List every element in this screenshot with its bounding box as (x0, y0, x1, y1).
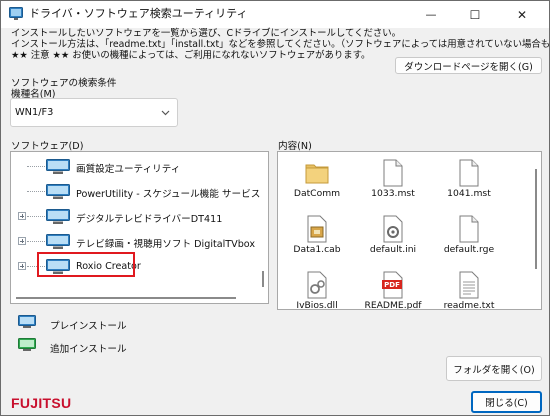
preinstall-icon (18, 315, 36, 328)
file-icon (457, 159, 481, 187)
software-label: ソフトウェア(D) (11, 141, 84, 152)
settings-file-icon (381, 215, 405, 243)
file-item[interactable]: readme.txt (434, 265, 504, 310)
file-item[interactable]: DatComm (282, 153, 352, 213)
contents-vertical-scroll-thumb[interactable] (535, 169, 537, 269)
file-item[interactable]: 1033.mst (358, 153, 428, 213)
software-tree[interactable]: 画質設定ユーティリティ PowerUtility - スケジュール機能 サービスデ… (10, 151, 269, 304)
expand-icon[interactable] (18, 237, 26, 245)
maximize-icon: ☐ (469, 7, 481, 22)
tree-horizontal-scroll-thumb[interactable] (16, 297, 236, 299)
model-select[interactable]: WN1/F3 (10, 98, 178, 127)
contents-label: 内容(N) (278, 141, 312, 152)
tree-item[interactable]: PowerUtility - スケジュール機能 サービス (18, 183, 261, 201)
file-name: default.ini (369, 244, 417, 255)
app-icon (9, 7, 23, 20)
file-item[interactable]: 1041.mst (434, 153, 504, 213)
file-name: 1041.mst (447, 188, 491, 199)
minimize-button[interactable]: — (409, 1, 453, 28)
instruction-line: インストール方法は、「readme.txt」「install.txt」などを参照… (11, 39, 550, 50)
selection-highlight (37, 252, 135, 277)
dll-file-icon (305, 271, 329, 299)
close-button[interactable]: 閉じる(C) (471, 391, 542, 413)
preinstall-icon (46, 234, 70, 249)
tree-item[interactable]: デジタルテレビドライバーDT411 (18, 208, 258, 226)
tree-connector (27, 166, 45, 167)
file-name: Data1.cab (293, 244, 341, 255)
file-name: default.rge (443, 244, 495, 255)
file-item[interactable]: default.rge (434, 209, 504, 269)
tree-item-label: テレビ録画・視聴用ソフト DigitalTVbox (76, 239, 256, 250)
title-bar: ドライバ・ソフトウェア検索ユーティリティ — ☐ ✕ (1, 1, 549, 28)
fujitsu-logo: FUJITSU (11, 395, 72, 411)
tree-item[interactable]: 画質設定ユーティリティ (18, 158, 258, 176)
file-name: IvBios.dll (296, 300, 338, 310)
tree-item[interactable]: テレビ録画・視聴用ソフト DigitalTVbox (18, 233, 258, 251)
installer-icon (305, 215, 329, 243)
text-file-icon (457, 271, 481, 299)
tree-item-label: 画質設定ユーティリティ (76, 164, 181, 175)
minimize-icon: — (425, 8, 437, 21)
preinstall-icon (46, 159, 70, 174)
close-window-button[interactable]: ✕ (500, 1, 544, 28)
file-item[interactable]: IvBios.dll (282, 265, 352, 310)
maximize-button[interactable]: ☐ (453, 1, 497, 28)
file-item[interactable]: Data1.cab (282, 209, 352, 269)
tree-item-label: デジタルテレビドライバーDT411 (76, 214, 223, 225)
file-item[interactable]: PDF README.pdf (358, 265, 428, 310)
file-icon (457, 215, 481, 243)
tree-vertical-scrollbar[interactable] (259, 153, 267, 302)
pdf-badge-text: PDF (384, 281, 400, 289)
file-name: DatComm (293, 188, 341, 199)
expand-icon[interactable] (18, 212, 26, 220)
folder-icon (305, 159, 329, 187)
open-folder-button[interactable]: フォルダを開く(O) (446, 356, 542, 381)
download-page-button[interactable]: ダウンロードページを開く(G) (395, 57, 542, 74)
app-window: ドライバ・ソフトウェア検索ユーティリティ — ☐ ✕ インストールしたいソフトウ… (0, 0, 550, 416)
tree-connector (27, 191, 45, 192)
contents-list[interactable]: DatComm 1033.mst 1041.mst Data1.cab default.… (277, 151, 542, 310)
file-name: 1033.mst (371, 188, 415, 199)
pdf-icon: PDF (381, 271, 405, 299)
tree-connector (27, 216, 45, 217)
file-name: README.pdf (364, 300, 422, 310)
contents-vertical-scrollbar[interactable] (532, 153, 540, 308)
preinstall-legend-label: プレインストール (50, 321, 127, 332)
file-icon (381, 159, 405, 187)
model-select-value: WN1/F3 (15, 107, 54, 118)
file-item[interactable]: default.ini (358, 209, 428, 269)
tree-horizontal-scrollbar[interactable] (12, 294, 259, 302)
additional-legend-label: 追加インストール (50, 344, 127, 355)
tree-connector (27, 241, 45, 242)
tree-vertical-scroll-thumb[interactable] (262, 271, 264, 287)
instruction-line: インストールしたいソフトウェアを一覧から選び、Cドライブにインストールしてくださ… (11, 28, 401, 39)
preinstall-icon (46, 184, 70, 199)
window-title: ドライバ・ソフトウェア検索ユーティリティ (29, 7, 248, 20)
tree-item-label: PowerUtility - スケジュール機能 サービス (76, 189, 261, 200)
additional-install-icon (18, 338, 36, 351)
expand-icon[interactable] (18, 262, 26, 270)
preinstall-icon (46, 209, 70, 224)
close-icon: ✕ (516, 7, 528, 22)
chevron-down-icon (161, 110, 170, 116)
file-name: readme.txt (443, 300, 495, 310)
